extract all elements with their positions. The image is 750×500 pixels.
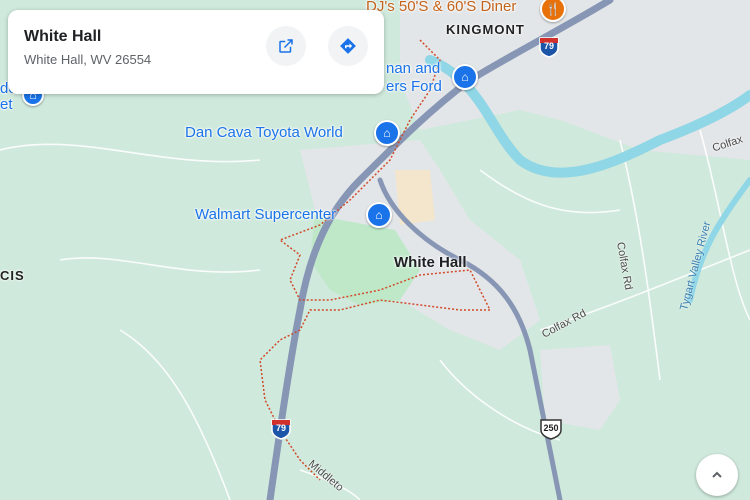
poi-label-walmart[interactable]: Walmart Supercenter — [195, 206, 336, 223]
zoom-control-icon — [712, 471, 722, 478]
open-in-new-icon — [279, 39, 293, 53]
shopping-bag-icon[interactable]: ⌂ — [374, 120, 400, 146]
place-label-cis: CIS — [0, 268, 25, 283]
place-label-kingmont: KINGMONT — [446, 22, 525, 37]
interstate-79-shield-top: 79 — [538, 36, 560, 58]
place-address: White Hall, WV 26554 — [24, 52, 152, 67]
place-info-card[interactable]: White Hall White Hall, WV 26554 — [8, 10, 384, 94]
poi-label-ford-line2[interactable]: ers Ford — [386, 78, 442, 95]
directions-icon — [340, 38, 356, 54]
interstate-79-shield-bottom: 79 — [270, 418, 292, 440]
poi-label-ford-line1[interactable]: nan and — [386, 60, 440, 77]
open-in-new-button[interactable] — [266, 26, 306, 66]
place-title: White Hall — [24, 28, 102, 45]
zoom-control[interactable] — [696, 454, 738, 496]
shopping-bag-icon[interactable]: ⌂ — [452, 64, 478, 90]
place-label-white-hall: White Hall — [394, 254, 467, 271]
directions-button[interactable] — [328, 26, 368, 66]
poi-label-et[interactable]: et — [0, 96, 13, 113]
poi-label-diner[interactable]: DJ's 50'S & 60'S Diner — [366, 0, 516, 15]
shopping-bag-icon[interactable]: ⌂ — [366, 202, 392, 228]
us-250-shield: 250 — [538, 418, 564, 440]
poi-label-toyota[interactable]: Dan Cava Toyota World — [185, 124, 343, 141]
